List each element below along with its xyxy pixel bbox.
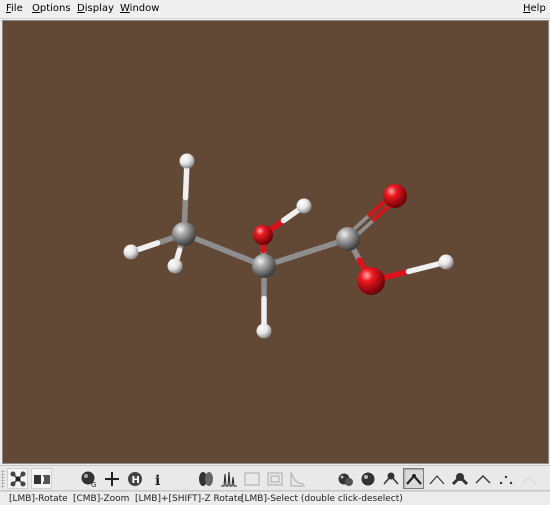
atom-h3[interactable] [167, 258, 183, 274]
status-rotate-hint: [LMB]-Rotate [9, 494, 68, 504]
spectrum-button[interactable] [218, 468, 239, 489]
ball-angle-icon [451, 472, 468, 485]
stick-button[interactable] [403, 468, 424, 489]
atom-o1[interactable] [253, 225, 273, 245]
status-bar: [LMB]-Rotate [CMB]-Zoom [LMB]+[SHIFT]-Z … [0, 491, 550, 505]
ball-stick-icon [361, 472, 374, 485]
thin-angle-icon [475, 474, 490, 483]
sphere-render-button[interactable]: G [78, 468, 99, 489]
status-select-hint: [LMB]-Select (double click-deselect) [241, 494, 403, 504]
atom-h1[interactable] [179, 153, 195, 169]
molecule-viewport[interactable] [2, 20, 549, 464]
add-atom-icon [104, 471, 119, 486]
ball-wire-button[interactable] [380, 468, 401, 489]
orbital-button[interactable] [195, 468, 216, 489]
atom-c3[interactable] [336, 227, 360, 251]
atom-h2[interactable] [123, 244, 139, 260]
wire-icon [429, 474, 444, 484]
blank-button[interactable] [518, 468, 539, 489]
hydrogen-icon: H [127, 471, 142, 486]
svg-text:i: i [155, 473, 160, 488]
molecule-render[interactable] [3, 21, 549, 464]
atom-c2[interactable] [252, 254, 276, 278]
spectrum-icon [220, 471, 237, 486]
molecule-builder-icon [10, 471, 25, 486]
space-fill-button[interactable] [334, 468, 355, 489]
molecule-builder-button[interactable] [7, 468, 28, 489]
status-zoom-hint: [CMB]-Zoom [73, 494, 130, 504]
hydrogen-button[interactable]: H [124, 468, 145, 489]
wire-button[interactable] [426, 468, 447, 489]
toolbar-grip[interactable] [1, 470, 5, 488]
menu-window[interactable]: Window [120, 3, 159, 15]
box-icon [244, 472, 259, 485]
menu-display[interactable]: Display [77, 3, 114, 15]
menu-options[interactable]: Options [32, 3, 71, 15]
box-button[interactable] [241, 468, 262, 489]
grid-box-button[interactable] [264, 468, 285, 489]
plot-button[interactable] [287, 468, 308, 489]
orbital-icon [198, 471, 213, 486]
menu-help[interactable]: Help [523, 3, 546, 15]
svg-text:G: G [91, 481, 96, 488]
status-z-rotate-hint: [LMB]+[SHIFT]-Z Rotate [135, 494, 243, 504]
grid-box-icon [267, 472, 282, 485]
dot-button[interactable] [495, 468, 516, 489]
stick-icon [405, 473, 422, 485]
menu-file[interactable]: File [6, 3, 23, 15]
atoms-layer [123, 153, 454, 339]
atom-h4[interactable] [296, 198, 312, 214]
stereo-view-button[interactable] [31, 468, 52, 489]
space-fill-icon [338, 473, 353, 486]
svg-text:H: H [131, 475, 139, 486]
menu-bar: File Options Display Window Help [0, 0, 550, 19]
ball-angle-button[interactable] [449, 468, 470, 489]
plot-icon [290, 471, 305, 486]
blank-icon [521, 475, 536, 484]
info-button[interactable]: i [147, 468, 168, 489]
sphere-render-icon: G [81, 471, 96, 488]
atom-o2[interactable] [383, 184, 407, 208]
info-icon: i [155, 473, 160, 488]
app-window: File Options Display Window Help G H i [… [0, 0, 550, 505]
add-atom-button[interactable] [101, 468, 122, 489]
thin-angle-button[interactable] [472, 468, 493, 489]
render-toolbar: G H i [0, 465, 550, 491]
atom-h5[interactable] [256, 323, 272, 339]
atom-h6[interactable] [438, 254, 454, 270]
ball-stick-button[interactable] [357, 468, 378, 489]
dot-icon [499, 475, 512, 484]
ball-wire-icon [382, 472, 399, 484]
atom-c1[interactable] [172, 222, 196, 246]
atom-o3[interactable] [357, 267, 385, 295]
stereo-view-icon [33, 474, 50, 484]
